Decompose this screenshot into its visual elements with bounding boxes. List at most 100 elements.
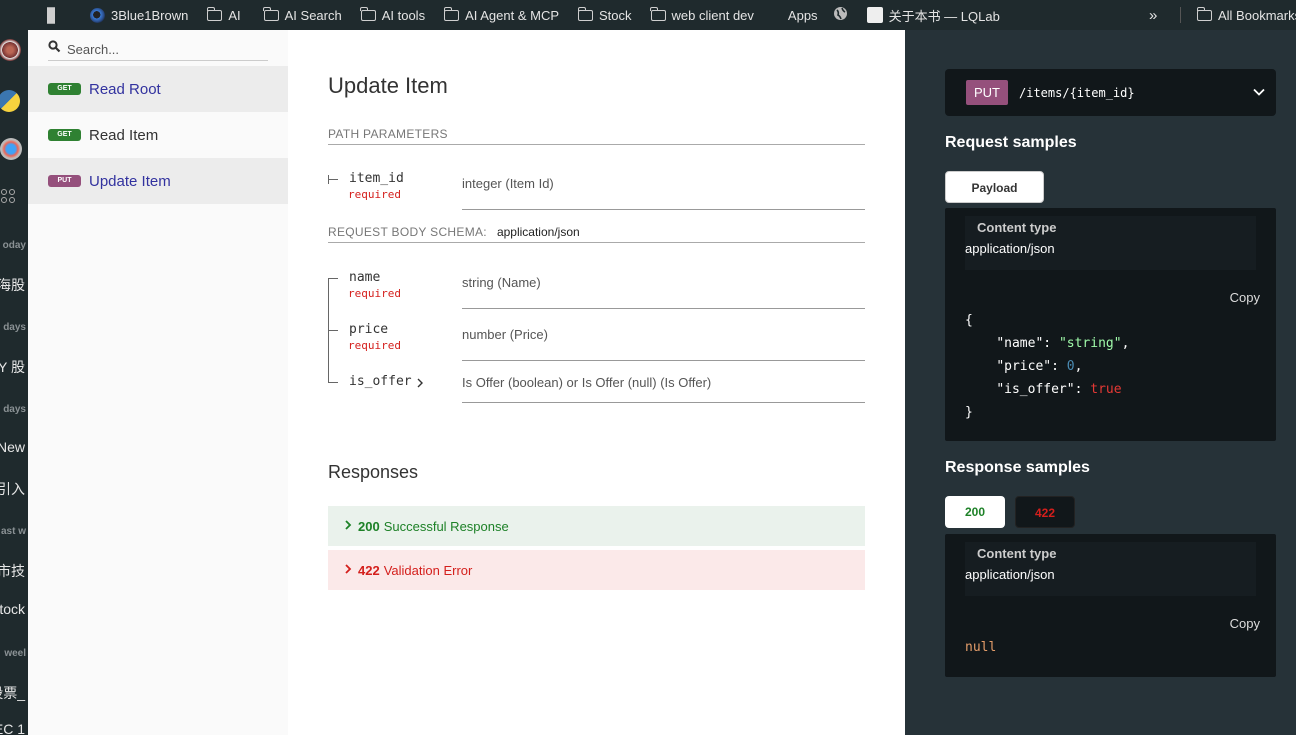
param-type: integer (Item Id) [462, 176, 554, 191]
param-item-id: item_id required integer (Item Id) [328, 171, 865, 211]
param-name: price [349, 322, 389, 337]
browser-side-strip: oday 鴻海股 days KY 股 days New 级引入 ast w 股市… [0, 30, 28, 735]
copy-button[interactable]: Copy [1230, 290, 1260, 305]
history-item[interactable]: 鴻海股 [0, 275, 25, 295]
history-item[interactable]: KY 股 [0, 357, 25, 377]
menu-item-label: Read Item [89, 126, 159, 144]
request-body-schema-heading: REQUEST BODY SCHEMA: application/json [328, 225, 865, 243]
apps-icon[interactable] [1, 189, 15, 203]
response-tab-422[interactable]: 422 [1015, 496, 1075, 528]
json-price-value: 0 [1066, 359, 1075, 374]
api-sidebar-menu: GET Read Root GET Read Item PUT Update I… [28, 30, 288, 735]
param-name[interactable]: is_offer [349, 374, 412, 389]
content-type-box: Content type application/json [965, 216, 1256, 270]
search-input[interactable] [67, 41, 257, 57]
history-item[interactable]: 股票_ [0, 683, 25, 703]
history-item[interactable]: 级引入 [0, 479, 25, 499]
menu-item-read-root[interactable]: GET Read Root [28, 66, 288, 112]
tree-line [328, 330, 338, 331]
payload-tab[interactable]: Payload [945, 171, 1044, 203]
param-divider [462, 402, 865, 403]
tree-line [328, 382, 338, 383]
menu-item-label: Read Root [89, 80, 161, 98]
bookmark-3blue1brown[interactable]: 3Blue1Brown [76, 0, 197, 30]
bookmark-folder-ai-agent-mcp[interactable]: AI Agent & MCP [434, 0, 568, 30]
folder-icon [206, 6, 223, 21]
content-type-label: Content type [977, 546, 1057, 561]
response-code: 422 [358, 562, 380, 578]
request-json-sample: { "name": "string", "price": 0, "is_offe… [965, 313, 1130, 420]
apps-grid-button[interactable] [0, 0, 76, 30]
chevron-right-icon[interactable] [416, 376, 424, 394]
grid-icon [47, 7, 61, 24]
method-badge: GET [48, 83, 81, 95]
response-label: Successful Response [383, 518, 509, 534]
python-icon[interactable] [0, 90, 20, 112]
search-box [48, 38, 268, 61]
endpoint-selector[interactable]: PUT /items/{item_id} [945, 69, 1276, 116]
history-item[interactable]: Stock [0, 601, 25, 617]
body-content-type: application/json [496, 225, 580, 239]
param-is-offer-field[interactable]: is_offer Is Offer (boolean) or Is Offer … [328, 374, 865, 406]
app-icon[interactable] [0, 138, 22, 160]
response-label: Validation Error [383, 562, 473, 578]
bookmark-folder-ai[interactable]: AI [197, 0, 249, 30]
endpoint-path: /items/{item_id} [1019, 85, 1135, 100]
search-icon [48, 40, 61, 58]
history-group-label: days [3, 322, 26, 333]
bookmark-folder-stock[interactable]: Stock [568, 0, 641, 30]
content-type-value: application/json [965, 241, 1055, 256]
param-name-field: name required string (Name) [328, 270, 865, 310]
tree-line [328, 179, 338, 180]
menu-item-read-item[interactable]: GET Read Item [28, 112, 288, 158]
chevron-right-icon [344, 563, 352, 578]
response-200-row[interactable]: 200 Successful Response [328, 506, 865, 546]
bookmarks-divider [1180, 7, 1181, 23]
chevron-down-icon [1252, 85, 1266, 99]
menu-item-update-item[interactable]: PUT Update Item [28, 158, 288, 204]
copy-button[interactable]: Copy [1230, 616, 1260, 631]
param-type: Is Offer (boolean) or Is Offer (null) (I… [462, 375, 712, 390]
param-price-field: price required number (Price) [328, 322, 865, 362]
param-required: required [348, 188, 401, 201]
seal-icon[interactable] [0, 39, 21, 61]
param-required: required [348, 287, 401, 300]
bookmark-apps[interactable]: Apps [763, 0, 827, 30]
channel-icon [90, 7, 105, 23]
response-json-sample: null [965, 640, 997, 655]
param-divider [462, 360, 865, 361]
bookmark-folder-ai-search[interactable]: AI Search [250, 0, 351, 30]
bookmark-folder-web-client-dev[interactable]: web client dev [641, 0, 763, 30]
apps-grid-icon [769, 9, 782, 22]
path-parameters-heading: PATH PARAMETERS [328, 127, 865, 145]
method-badge: PUT [48, 175, 81, 187]
folder-icon [650, 6, 666, 21]
bookmark-globe[interactable] [827, 0, 863, 30]
history-item[interactable]: SEC 1 [0, 721, 25, 735]
all-bookmarks-button[interactable]: All Bookmarks [1196, 0, 1296, 30]
folder-icon [360, 6, 376, 21]
history-group-label: weel [4, 648, 26, 659]
page-title: Update Item [328, 73, 448, 98]
param-type: number (Price) [462, 327, 548, 342]
history-item[interactable]: 股市技 [0, 561, 25, 581]
response-tab-200[interactable]: 200 [945, 496, 1005, 528]
param-divider [462, 308, 865, 309]
content-type-label: Content type [977, 220, 1057, 235]
request-samples-title: Request samples [945, 134, 1077, 151]
bookmark-lqlab[interactable]: 关于本书 — LQLab [863, 0, 1009, 30]
json-name-value: "string" [1058, 336, 1122, 351]
tree-line [328, 175, 329, 184]
bookmarks-overflow-button[interactable]: » [1149, 0, 1166, 30]
history-item[interactable]: New [0, 439, 25, 455]
response-samples-title: Response samples [945, 459, 1090, 476]
history-group-label: oday [2, 240, 26, 251]
json-is-offer-value: true [1090, 382, 1122, 397]
param-type: string (Name) [462, 275, 541, 290]
response-sample-box: Content type application/json Copy null [945, 534, 1276, 677]
folder-icon [1196, 6, 1212, 21]
history-group-label: ast w [0, 526, 26, 537]
response-422-row[interactable]: 422 Validation Error [328, 550, 865, 590]
bookmark-folder-ai-tools[interactable]: AI tools [351, 0, 434, 30]
param-name: item_id [349, 171, 404, 186]
